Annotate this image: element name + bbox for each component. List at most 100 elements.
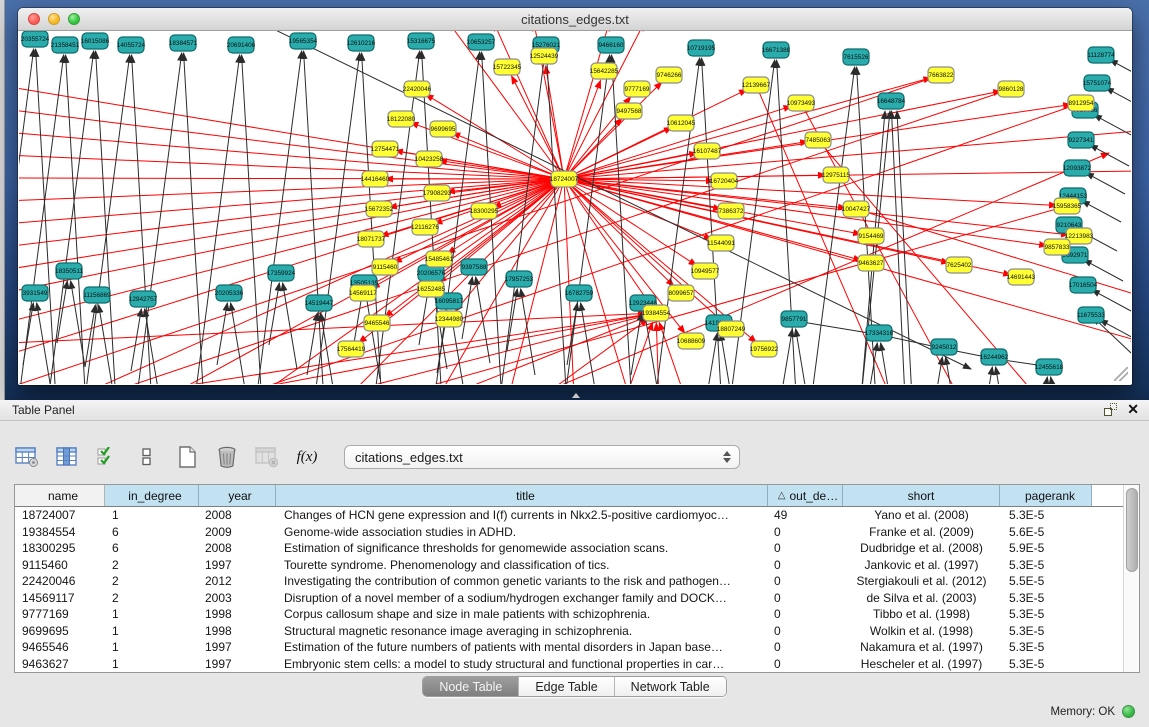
graph-node-label: 11544091 [707,240,735,247]
table-cell: 18724007 [15,508,105,522]
memory-ok-icon[interactable] [1122,705,1135,718]
resize-grip-icon[interactable] [1114,367,1128,381]
graph-node-label: 7386372 [719,208,744,215]
table-mode-button[interactable] [14,444,40,470]
graph-node-label: 14691443 [1007,274,1036,281]
table-row[interactable]: 911546021997Tourette syndrome. Phenomeno… [15,557,1123,574]
table-cell: Disruption of a novel member of a sodium… [276,591,768,605]
table-cell: 9699695 [15,624,105,638]
column-header-pagerank[interactable]: pagerank [1000,485,1092,506]
table-cell: Investigating the contribution of common… [276,574,768,588]
panel-title: Table Panel [12,403,75,417]
column-header-year[interactable]: year [199,485,276,506]
graph-node-label: 10423258 [415,156,444,163]
show-columns-button[interactable] [54,444,80,470]
table-cell: 0 [768,657,843,671]
network-window[interactable]: citations_edges.txt 20355724213584511601… [18,8,1132,385]
graph-node-label: 16015086 [81,38,110,45]
column-header-title[interactable]: title [276,485,768,506]
table-cell: 5.3E-5 [1000,508,1092,522]
table-cell: Franke et al. (2009) [843,525,1000,539]
graph-node-label: 10719195 [687,45,716,52]
graph-node-label: 16095817 [435,298,464,305]
table-row[interactable]: 1938455462009Genome-wide association stu… [15,524,1123,541]
table-cell: 5.9E-5 [1000,541,1092,555]
table-cell: 0 [768,591,843,605]
graph-node-label: 9497568 [617,108,642,115]
graph-node-label: 18807249 [717,326,746,333]
splitter-handle-icon[interactable] [572,393,580,398]
graph-node-label: 9699695 [431,126,456,133]
row-height-button[interactable] [134,444,160,470]
zoom-window-icon[interactable] [68,13,80,25]
tab-edge-table[interactable]: Edge Table [519,677,614,696]
graph-node-label: 9245012 [932,344,957,351]
network-graph: 2035572421358451160150861405572418384571… [19,31,1131,384]
graph-node-label: 16252485 [417,286,446,293]
table-cell: 5.3E-5 [1000,558,1092,572]
graph-node-label: 10653257 [467,39,496,46]
graph-node-label: 15316675 [407,38,436,45]
table-tabbar: Node TableEdge TableNetwork Table [0,676,1149,698]
table-cell: 2009 [199,525,276,539]
table-cell: 9463627 [15,657,105,671]
graph-node-label: 15485461 [425,256,454,263]
graph-node-label: 19756922 [750,346,779,353]
table-panel-header: Table Panel ✕ [0,400,1149,421]
table-row[interactable]: 2242004622012Investigating the contribut… [15,573,1123,590]
float-panel-icon[interactable] [1104,403,1117,416]
graph-node-label: 12754471 [371,146,400,153]
window-titlebar[interactable]: citations_edges.txt [18,8,1132,31]
table-row[interactable]: 946362711997Embryonic stem cells: a mode… [15,656,1123,673]
column-header-in_degree[interactable]: in_degree [105,485,199,506]
network-canvas[interactable]: 2035572421358451160150861405572418384571… [19,31,1131,384]
graph-node-label: 9857833 [1045,244,1070,251]
close-window-icon[interactable] [28,13,40,25]
table-selector-dropdown[interactable]: citations_edges.txt [344,445,740,469]
tab-node-table[interactable]: Node Table [423,677,519,696]
table-row[interactable]: 946554611997Estimation of the future num… [15,639,1123,656]
graph-node-label: 16782759 [565,290,594,297]
function-builder-button[interactable]: f(x) [294,444,320,470]
table-cell: 14569117 [15,591,105,605]
table-header-row: namein_degreeyeartitle△out_de…shortpager… [15,485,1123,507]
close-panel-icon[interactable]: ✕ [1127,403,1139,416]
table-cell: Jankovic et al. (1997) [843,558,1000,572]
table-cell: Yano et al. (2008) [843,508,1000,522]
delete-column-button[interactable] [214,444,240,470]
table-row[interactable]: 969969511998Structural magnetic resonanc… [15,623,1123,640]
table-panel: Table Panel ✕ [0,400,1149,727]
column-header-short[interactable]: short [843,485,1000,506]
select-all-button[interactable] [94,444,120,470]
column-header-name[interactable]: name [15,485,105,506]
table-cell: 2003 [199,591,276,605]
column-header-out_de[interactable]: △out_de… [768,485,843,506]
graph-node-label: 11128774 [1087,52,1115,59]
graph-node-label: 11156869 [83,292,111,299]
table-cell: 19384554 [15,525,105,539]
table-cell: 2 [105,591,199,605]
table-row[interactable]: 977716911998Corpus callosum shape and si… [15,606,1123,623]
table-selector-value: citations_edges.txt [345,450,721,465]
table-row[interactable]: 1872400712008Changes of HCN gene express… [15,507,1123,524]
table-cell: Changes of HCN gene expression and I(f) … [276,508,768,522]
graph-node-label: 16244962 [980,354,1009,361]
new-column-button[interactable] [174,444,200,470]
graph-node-label: 18384571 [169,40,198,47]
graph-node-label: 20691406 [227,42,256,49]
delete-table-button-disabled [254,444,280,470]
scrollbar-thumb[interactable] [1126,488,1138,572]
graph-node-label: 8912954 [1069,100,1094,107]
minimize-window-icon[interactable] [48,13,60,25]
graph-node-label: 15958365 [1053,203,1082,210]
tab-network-table[interactable]: Network Table [615,677,726,696]
vertical-scrollbar[interactable] [1123,485,1139,672]
table-row[interactable]: 1456911722003Disruption of a novel membe… [15,590,1123,607]
graph-node-label: 7625402 [947,262,972,269]
table-cell: Tibbo et al. (1998) [843,607,1000,621]
table-cell: 5.6E-5 [1000,525,1092,539]
graph-node-label: 20206576 [417,270,446,277]
table-row[interactable]: 1830029562008Estimation of significance … [15,540,1123,557]
table-cell: 1997 [199,657,276,671]
graph-node-label: 12139667 [742,82,771,89]
